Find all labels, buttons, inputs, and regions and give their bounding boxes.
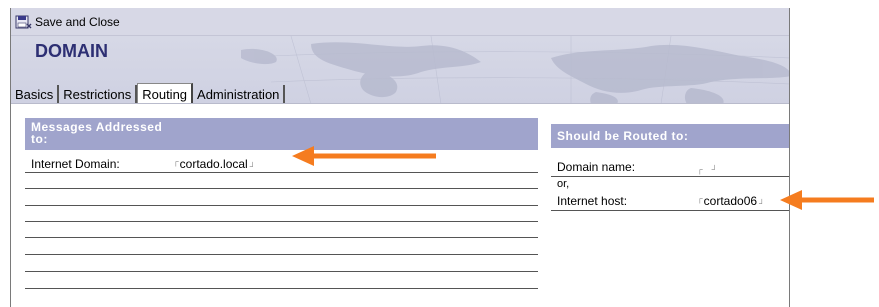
- row-divider: [25, 237, 538, 238]
- row-divider: [25, 271, 538, 272]
- tab-restrictions[interactable]: Restrictions: [59, 85, 138, 103]
- field-close-bracket-icon: ┘: [249, 162, 256, 171]
- internet-domain-label: Internet Domain:: [31, 157, 120, 171]
- routing-tab-content: Messages Addressed to: Internet Domain: …: [11, 104, 789, 307]
- internet-domain-field[interactable]: ┌ cortado.local ┘: [173, 157, 255, 171]
- field-open-bracket-icon: ┌: [697, 194, 703, 203]
- save-and-close-button[interactable]: Save and Close: [15, 14, 120, 30]
- internet-host-label: Internet host:: [557, 194, 628, 208]
- tab-basics[interactable]: Basics: [11, 85, 60, 103]
- internet-host-row: Internet host: ┌ cortado06 ┘: [557, 192, 789, 208]
- row-divider: [551, 210, 789, 211]
- annotation-arrow-icon: [780, 190, 874, 210]
- field-close-bracket-icon: ┘: [711, 165, 718, 174]
- tab-routing[interactable]: Routing: [137, 83, 194, 103]
- row-divider: [25, 188, 538, 189]
- row-divider: [551, 176, 789, 177]
- row-divider: [25, 288, 538, 289]
- or-label: or,: [557, 178, 570, 190]
- heading-line-2: to:: [31, 132, 48, 146]
- save-and-close-label: Save and Close: [35, 14, 120, 29]
- internet-host-value: cortado06: [703, 194, 758, 208]
- tab-administration[interactable]: Administration: [193, 85, 286, 103]
- internet-domain-value: cortado.local: [179, 157, 248, 171]
- field-open-bracket-icon: ┌: [697, 165, 703, 174]
- document-title: DOMAIN: [35, 41, 108, 61]
- action-bar: Save and Close: [11, 8, 789, 36]
- row-divider: [25, 221, 538, 222]
- field-open-bracket-icon: ┌: [173, 157, 179, 166]
- internet-host-field[interactable]: ┌ cortado06 ┘: [697, 194, 765, 208]
- domain-name-field[interactable]: ┌ ┘: [697, 165, 717, 174]
- row-divider: [25, 254, 538, 255]
- field-close-bracket-icon: ┘: [759, 199, 765, 208]
- annotation-arrow-icon: [292, 146, 436, 166]
- should-be-routed-heading: Should be Routed to:: [551, 124, 789, 148]
- messages-addressed-heading: Messages Addressed to:: [25, 118, 538, 150]
- row-divider: [25, 172, 538, 173]
- heading-line-1: Messages Addressed: [31, 120, 163, 134]
- domain-name-label: Domain name:: [557, 160, 636, 174]
- save-close-icon: [15, 14, 33, 30]
- tab-strip: Basics Restrictions Routing Administrati…: [11, 83, 286, 103]
- form-banner: DOMAIN Basics Restrictions Routing Admin…: [11, 36, 789, 104]
- row-divider: [25, 205, 538, 206]
- internet-domain-row: Internet Domain: ┌ cortado.local ┘: [31, 155, 538, 171]
- domain-name-row: Domain name: ┌ ┘: [557, 158, 789, 174]
